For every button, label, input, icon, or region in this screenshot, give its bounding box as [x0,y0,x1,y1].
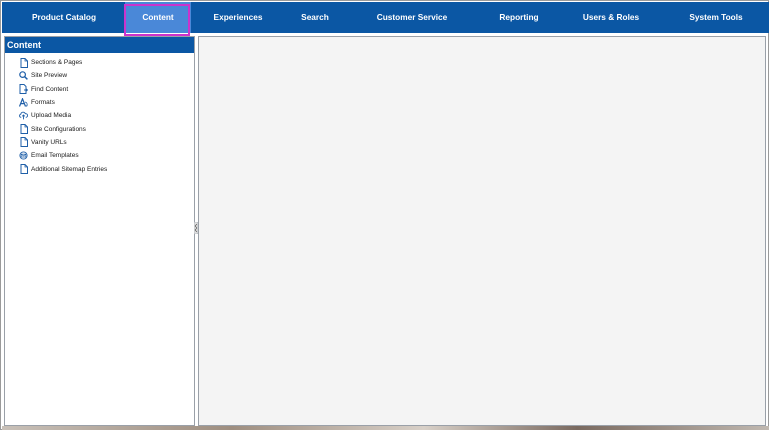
document-icon [19,137,28,148]
sidebar-item-label: Site Configurations [31,125,86,133]
sidebar-item-site-preview[interactable]: Site Preview [19,69,107,82]
font-format-icon [19,98,28,108]
document-icon [19,164,28,175]
cloud-upload-icon [19,111,28,121]
sidebar-item-find-content[interactable]: Find Content [19,83,107,96]
sidebar-item-site-configurations[interactable]: Site Configurations [19,122,107,135]
sidebar-item-upload-media[interactable]: Upload Media [19,109,107,122]
sidebar-item-formats[interactable]: Formats [19,96,107,109]
sidebar-item-sections-pages[interactable]: Sections & Pages [19,56,107,69]
nav-search[interactable]: Search [290,2,340,33]
main-content-pane [198,36,766,426]
nav-experiences[interactable]: Experiences [202,2,274,33]
sidebar-item-additional-sitemap-entries[interactable]: Additional Sitemap Entries [19,162,107,175]
sidebar-menu: Sections & Pages Site Preview Find Conte… [19,56,107,176]
sidebar: Content Sections & Pages Site Preview Fi… [4,36,195,426]
document-arrow-icon [19,84,28,95]
sidebar-item-label: Upload Media [31,112,72,120]
sidebar-item-label: Sections & Pages [31,59,83,67]
sidebar-item-label: Site Preview [31,72,68,80]
app-window: Product Catalog Content Experiences Sear… [0,0,769,430]
sidebar-item-label: Vanity URLs [31,138,67,146]
nav-customer-service[interactable]: Customer Service [362,2,462,33]
sidebar-item-label: Find Content [31,85,69,93]
background-image-strip [2,426,769,430]
sidebar-title: Content [5,37,194,53]
sidebar-item-label: Formats [31,99,55,107]
nav-system-tools[interactable]: System Tools [674,2,758,33]
envelope-icon [19,151,28,161]
sidebar-item-email-templates[interactable]: Email Templates [19,149,107,162]
sidebar-item-vanity-urls[interactable]: Vanity URLs [19,136,107,149]
nav-reporting[interactable]: Reporting [487,2,551,33]
document-icon [19,124,28,135]
sidebar-item-label: Additional Sitemap Entries [31,165,108,173]
document-icon [19,57,28,68]
nav-product-catalog[interactable]: Product Catalog [13,2,115,33]
sidebar-item-label: Email Templates [31,152,79,160]
nav-users-roles[interactable]: Users & Roles [569,2,653,33]
magnifier-icon [19,71,28,81]
nav-content[interactable]: Content [125,2,191,33]
top-navigation-bar: Product Catalog Content Experiences Sear… [2,2,769,33]
